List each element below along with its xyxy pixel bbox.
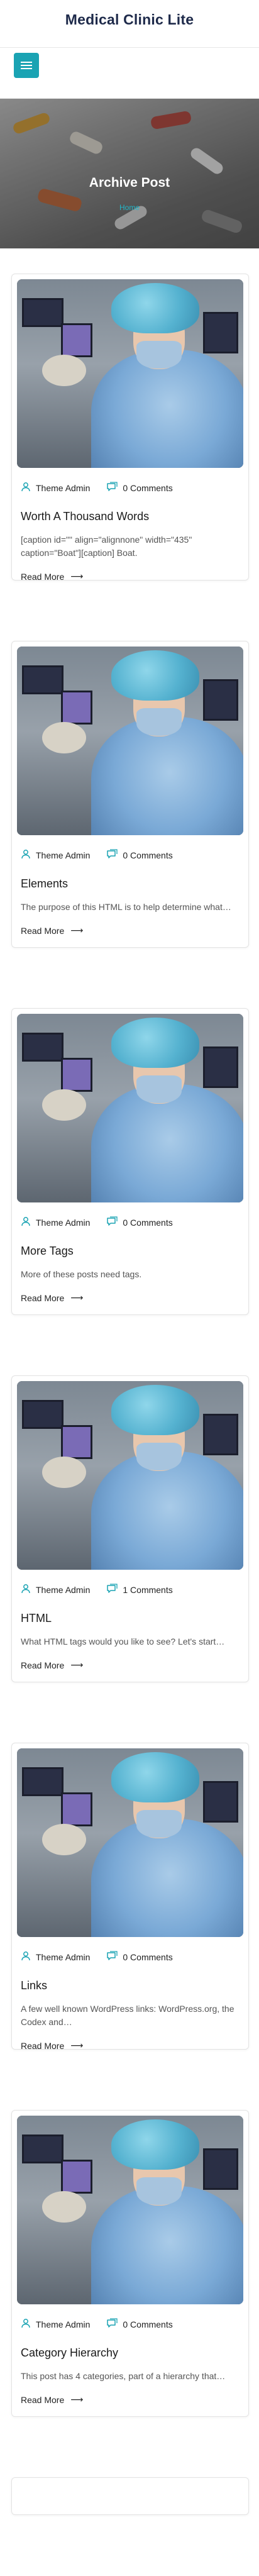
post-card: Theme Admin 0 Comments Worth A Thousand Wo… bbox=[11, 274, 249, 582]
page-title: Archive Post bbox=[89, 175, 170, 190]
arrow-right-icon: ⟶ bbox=[70, 1292, 84, 1302]
post-list: Theme Admin 0 Comments Worth A Thousand Wo… bbox=[0, 248, 259, 2515]
post-card: Theme Admin 0 Comments Elements The purpose… bbox=[11, 641, 249, 948]
post-card: Theme Admin 0 Comments Links A few well kno… bbox=[11, 1743, 249, 2051]
post-card: Theme Admin 1 Comments HTML What HTML tags … bbox=[11, 1375, 249, 1682]
user-icon bbox=[21, 1216, 36, 1228]
read-more-link[interactable]: Read More ⟶ bbox=[21, 571, 83, 582]
navigation-bar bbox=[0, 47, 259, 99]
comments-link[interactable]: 0 Comments bbox=[106, 2318, 173, 2330]
hamburger-icon bbox=[21, 62, 32, 63]
post-meta: Theme Admin 1 Comments bbox=[17, 1584, 243, 1596]
post-excerpt: More of these posts need tags. bbox=[21, 1269, 142, 1279]
author-link[interactable]: Theme Admin bbox=[21, 1951, 90, 1963]
user-icon bbox=[21, 1951, 36, 1963]
comments-link[interactable]: 0 Comments bbox=[106, 849, 173, 861]
user-icon bbox=[21, 482, 36, 494]
read-more-link[interactable]: Read More ⟶ bbox=[21, 1660, 83, 1670]
arrow-right-icon: ⟶ bbox=[70, 1660, 84, 1670]
post-excerpt: This post has 4 categories, part of a hi… bbox=[21, 2371, 226, 2381]
breadcrumb-home-link[interactable]: Home bbox=[0, 203, 259, 212]
post-title[interactable]: Worth A Thousand Words bbox=[21, 510, 243, 523]
user-icon bbox=[21, 1584, 36, 1596]
comment-icon bbox=[106, 2318, 123, 2330]
post-excerpt: What HTML tags would you like to see? Le… bbox=[21, 1636, 225, 1646]
post-meta: Theme Admin 0 Comments bbox=[17, 2318, 243, 2330]
read-more-link[interactable]: Read More ⟶ bbox=[21, 2394, 83, 2405]
comments-link[interactable]: 0 Comments bbox=[106, 482, 173, 494]
author-link[interactable]: Theme Admin bbox=[21, 1216, 90, 1228]
comments-link[interactable]: 0 Comments bbox=[106, 1216, 173, 1228]
comment-icon bbox=[106, 849, 123, 861]
author-link[interactable]: Theme Admin bbox=[21, 849, 90, 861]
comment-icon bbox=[106, 1584, 123, 1596]
comments-link[interactable]: 1 Comments bbox=[106, 1584, 173, 1596]
post-thumbnail[interactable] bbox=[17, 1381, 243, 1570]
author-link[interactable]: Theme Admin bbox=[21, 1584, 90, 1596]
post-thumbnail[interactable] bbox=[17, 1748, 243, 1937]
author-link[interactable]: Theme Admin bbox=[21, 482, 90, 494]
arrow-right-icon: ⟶ bbox=[70, 2040, 84, 2050]
post-title[interactable]: More Tags bbox=[21, 1245, 243, 1258]
post-meta: Theme Admin 0 Comments bbox=[17, 1216, 243, 1228]
comments-link[interactable]: 0 Comments bbox=[106, 1951, 173, 1963]
page-banner: Archive Post Home bbox=[0, 99, 259, 248]
post-card bbox=[11, 2477, 249, 2515]
post-meta: Theme Admin 0 Comments bbox=[17, 849, 243, 861]
arrow-right-icon: ⟶ bbox=[70, 571, 84, 581]
arrow-right-icon: ⟶ bbox=[70, 925, 84, 935]
read-more-link[interactable]: Read More ⟶ bbox=[21, 2040, 83, 2051]
post-meta: Theme Admin 0 Comments bbox=[17, 1951, 243, 1963]
read-more-link[interactable]: Read More ⟶ bbox=[21, 925, 83, 936]
post-card: Theme Admin 0 Comments More Tags More of th… bbox=[11, 1008, 249, 1315]
comment-icon bbox=[106, 1951, 123, 1963]
arrow-right-icon: ⟶ bbox=[70, 2394, 84, 2404]
post-excerpt: The purpose of this HTML is to help dete… bbox=[21, 902, 231, 912]
user-icon bbox=[21, 2318, 36, 2330]
post-title[interactable]: Category Hierarchy bbox=[21, 2346, 243, 2360]
post-thumbnail[interactable] bbox=[17, 279, 243, 468]
post-meta: Theme Admin 0 Comments bbox=[17, 482, 243, 494]
post-thumbnail[interactable] bbox=[17, 2116, 243, 2304]
post-excerpt: A few well known WordPress links: WordPr… bbox=[21, 2004, 234, 2027]
post-title[interactable]: Elements bbox=[21, 877, 243, 891]
user-icon bbox=[21, 849, 36, 861]
author-link[interactable]: Theme Admin bbox=[21, 2318, 90, 2330]
post-card: Theme Admin 0 Comments Category Hierarchy T… bbox=[11, 2110, 249, 2417]
post-excerpt: [caption id="" align="alignnone" width="… bbox=[21, 535, 192, 558]
read-more-link[interactable]: Read More ⟶ bbox=[21, 1292, 83, 1303]
post-thumbnail[interactable] bbox=[17, 647, 243, 835]
site-title[interactable]: Medical Clinic Lite bbox=[0, 0, 259, 28]
post-thumbnail[interactable] bbox=[17, 1014, 243, 1202]
post-title[interactable]: HTML bbox=[21, 1612, 243, 1625]
menu-toggle-button[interactable] bbox=[14, 53, 39, 78]
comment-icon bbox=[106, 1216, 123, 1228]
post-title[interactable]: Links bbox=[21, 1979, 243, 1992]
comment-icon bbox=[106, 482, 123, 494]
